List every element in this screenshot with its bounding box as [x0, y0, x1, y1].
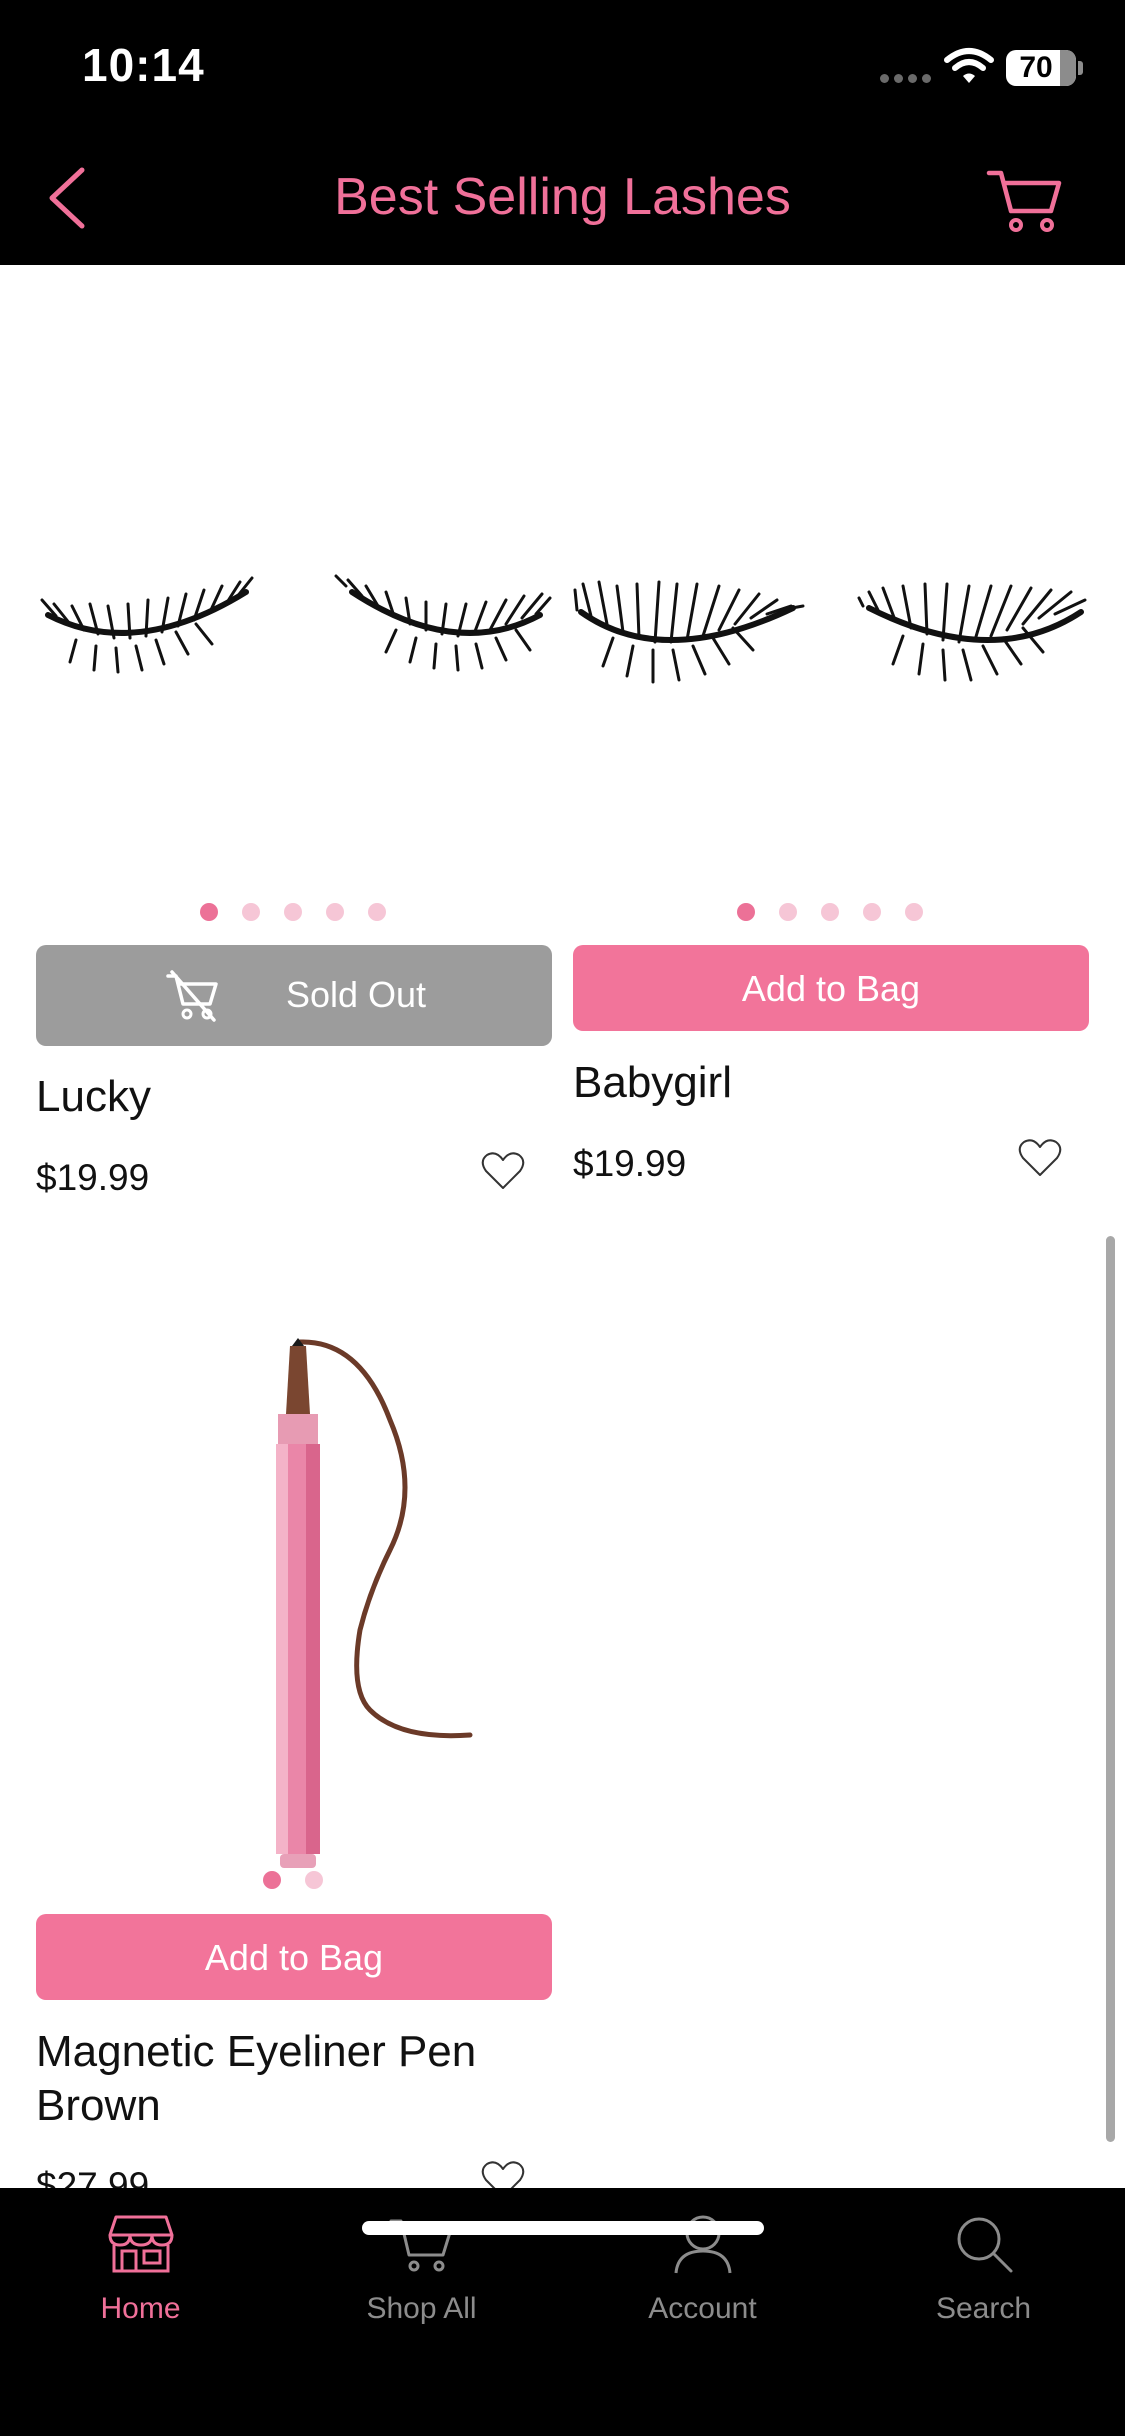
store-icon: [108, 2215, 173, 2273]
pagination-dot[interactable]: [368, 903, 386, 921]
back-button[interactable]: [36, 160, 106, 235]
heart-icon[interactable]: [1018, 1138, 1062, 1178]
image-pagination-dots: [737, 903, 927, 923]
tab-home[interactable]: Home: [0, 2188, 281, 2348]
tab-label: Home: [100, 2292, 181, 2325]
tab-label: Account: [648, 2292, 757, 2325]
page-title: Best Selling Lashes: [334, 168, 791, 226]
status-bar: 10:14 70: [0, 0, 1125, 130]
product-image[interactable]: [240, 1330, 500, 1890]
pagination-dot[interactable]: [263, 1871, 281, 1889]
nav-bar: Best Selling Lashes: [0, 130, 1125, 265]
scrollbar[interactable]: [1106, 1236, 1115, 2142]
pagination-dot[interactable]: [821, 903, 839, 921]
image-pagination-dots: [263, 1871, 333, 1891]
pagination-dot[interactable]: [326, 903, 344, 921]
product-price: $19.99: [573, 1143, 687, 1184]
tab-account[interactable]: Account: [562, 2188, 843, 2348]
signal-icon: [880, 74, 936, 84]
add-to-bag-button[interactable]: Add to Bag: [573, 945, 1089, 1031]
pagination-dot[interactable]: [779, 903, 797, 921]
search-icon: [957, 2217, 1012, 2273]
status-time: 10:14: [82, 39, 205, 91]
battery-level: 70: [1019, 51, 1053, 84]
battery-icon: 70: [1006, 50, 1076, 86]
pagination-dot[interactable]: [242, 903, 260, 921]
product-name[interactable]: Magnetic Eyeliner Pen Brown: [36, 2025, 536, 2133]
home-indicator[interactable]: [362, 2221, 764, 2235]
pagination-dot[interactable]: [863, 903, 881, 921]
add-to-bag-button[interactable]: Add to Bag: [36, 1914, 552, 2000]
product-image[interactable]: [573, 520, 1089, 720]
sold-out-label: Sold Out: [285, 974, 427, 1015]
sold-out-button[interactable]: Sold Out: [36, 945, 552, 1046]
tab-label: Shop All: [366, 2292, 477, 2325]
product-name[interactable]: Babygirl: [573, 1056, 1073, 1110]
tab-label: Search: [935, 2292, 1032, 2325]
image-pagination-dots: [200, 903, 390, 923]
tab-shop-all[interactable]: Shop All: [281, 2188, 562, 2348]
pagination-dot[interactable]: [284, 903, 302, 921]
pagination-dot[interactable]: [737, 903, 755, 921]
pagination-dot[interactable]: [905, 903, 923, 921]
product-name[interactable]: Lucky: [36, 1070, 536, 1124]
product-price: $19.99: [36, 1157, 150, 1198]
add-to-bag-label: Add to Bag: [204, 1937, 384, 1978]
tab-search[interactable]: Search: [843, 2188, 1124, 2348]
add-to-bag-label: Add to Bag: [741, 968, 921, 1009]
cart-icon[interactable]: [985, 165, 1065, 235]
product-image[interactable]: [36, 520, 552, 720]
heart-icon[interactable]: [481, 1151, 525, 1191]
pagination-dot[interactable]: [305, 1871, 323, 1889]
pagination-dot[interactable]: [200, 903, 218, 921]
wifi-icon: [944, 48, 994, 83]
